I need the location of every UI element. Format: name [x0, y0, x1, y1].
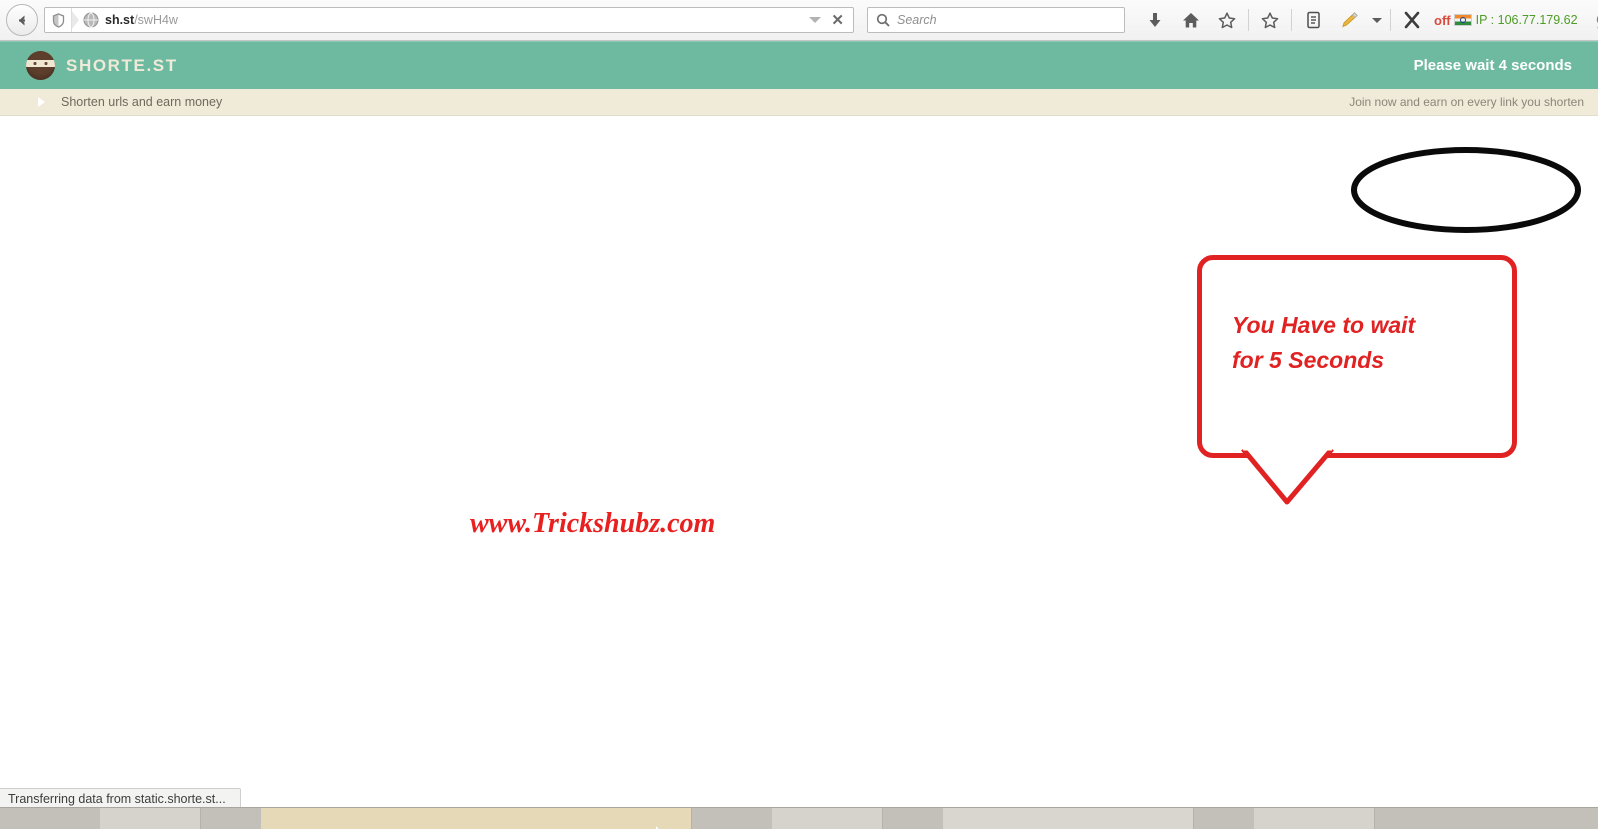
search-bar[interactable]: Search [867, 7, 1125, 33]
search-icon [876, 13, 890, 27]
home-icon [1183, 12, 1199, 27]
taskbar-item[interactable] [1254, 808, 1375, 829]
bookmark-star-icon [1218, 11, 1236, 28]
callout-tail-icon [1241, 446, 1334, 505]
subbar-join-link[interactable]: Join now and earn on every link you shor… [1349, 95, 1584, 109]
bookmark-button[interactable] [1209, 3, 1245, 37]
url-text[interactable]: sh.st/swH4w [105, 13, 809, 27]
toolbar-divider [1390, 9, 1391, 31]
back-arrow-icon [18, 15, 25, 25]
highlighter-dropdown[interactable] [1367, 3, 1387, 37]
ninja-avatar-icon [26, 51, 55, 80]
india-flag-icon [1453, 14, 1472, 26]
identity-arrow-icon [72, 11, 79, 29]
home-button[interactable] [1173, 3, 1209, 37]
toolbar-divider [1291, 9, 1292, 31]
url-path: /swH4w [134, 13, 178, 27]
dropdown-caret-icon [1372, 17, 1382, 23]
toolbar-divider [1248, 9, 1249, 31]
site-logo-text: SHORTE.ST [66, 55, 178, 75]
taskbar-item[interactable] [943, 808, 1194, 829]
adblock-button[interactable] [1394, 3, 1430, 37]
globe-favicon [83, 12, 99, 28]
url-host: sh.st [105, 13, 135, 27]
callout-bubble: You Have to wait for 5 Seconds [1197, 255, 1517, 458]
url-dropdown-icon[interactable] [809, 17, 822, 23]
os-taskbar [0, 807, 1598, 829]
url-clear-icon[interactable]: ✕ [831, 13, 844, 28]
back-button[interactable] [6, 4, 38, 36]
adblock-x-icon [1404, 11, 1420, 29]
callout-line-1: You Have to wait [1232, 312, 1416, 338]
browser-toolbar: sh.st/swH4w ✕ Search off IP: 106.77.179… [0, 0, 1598, 41]
bookmark-star-icon [1261, 11, 1279, 28]
site-logo[interactable]: SHORTE.ST [26, 51, 178, 80]
toolbar-icon-group: off IP : 106.77.179.62 [1125, 0, 1598, 40]
page-body: www.Trickshubz.com You Have to wait for … [0, 116, 1598, 829]
taskbar-item[interactable] [772, 808, 883, 829]
subbar-tagline: Shorten urls and earn money [61, 95, 223, 109]
extension-ip-label: IP : 106.77.179.62 [1475, 13, 1578, 27]
watermark-text: www.Trickshubz.com [470, 508, 716, 539]
ellipse-annotation-icon [1351, 147, 1581, 233]
identity-box[interactable] [45, 8, 72, 32]
callout-line-2: for 5 Seconds [1232, 346, 1385, 373]
download-arrow-icon [1149, 12, 1161, 27]
shield-identity-icon [52, 12, 64, 28]
download-button[interactable] [1137, 3, 1173, 37]
site-subbar: Shorten urls and earn money Join now and… [0, 89, 1598, 116]
page-content: SHORTE.ST Please wait 4 seconds Shorten … [0, 41, 1598, 829]
reader-list-icon [1306, 11, 1320, 29]
wait-timer-label: Please wait 4 seconds [1413, 57, 1572, 74]
search-input-placeholder[interactable]: Search [897, 13, 937, 27]
play-arrow-icon [38, 97, 45, 107]
bookmark-star-2-button[interactable] [1252, 3, 1288, 37]
extension-status-label[interactable]: off [1434, 13, 1451, 28]
reader-list-button[interactable] [1295, 3, 1331, 37]
site-header: SHORTE.ST Please wait 4 seconds [0, 41, 1598, 89]
highlighter-button[interactable] [1331, 3, 1367, 37]
taskbar-item[interactable] [261, 808, 692, 829]
chat-button[interactable] [1588, 3, 1598, 37]
taskbar-item[interactable] [100, 808, 201, 829]
callout-text: You Have to wait for 5 Seconds [1232, 308, 1502, 378]
url-bar[interactable]: sh.st/swH4w ✕ [44, 7, 854, 33]
highlighter-pencil-icon [1342, 12, 1358, 28]
